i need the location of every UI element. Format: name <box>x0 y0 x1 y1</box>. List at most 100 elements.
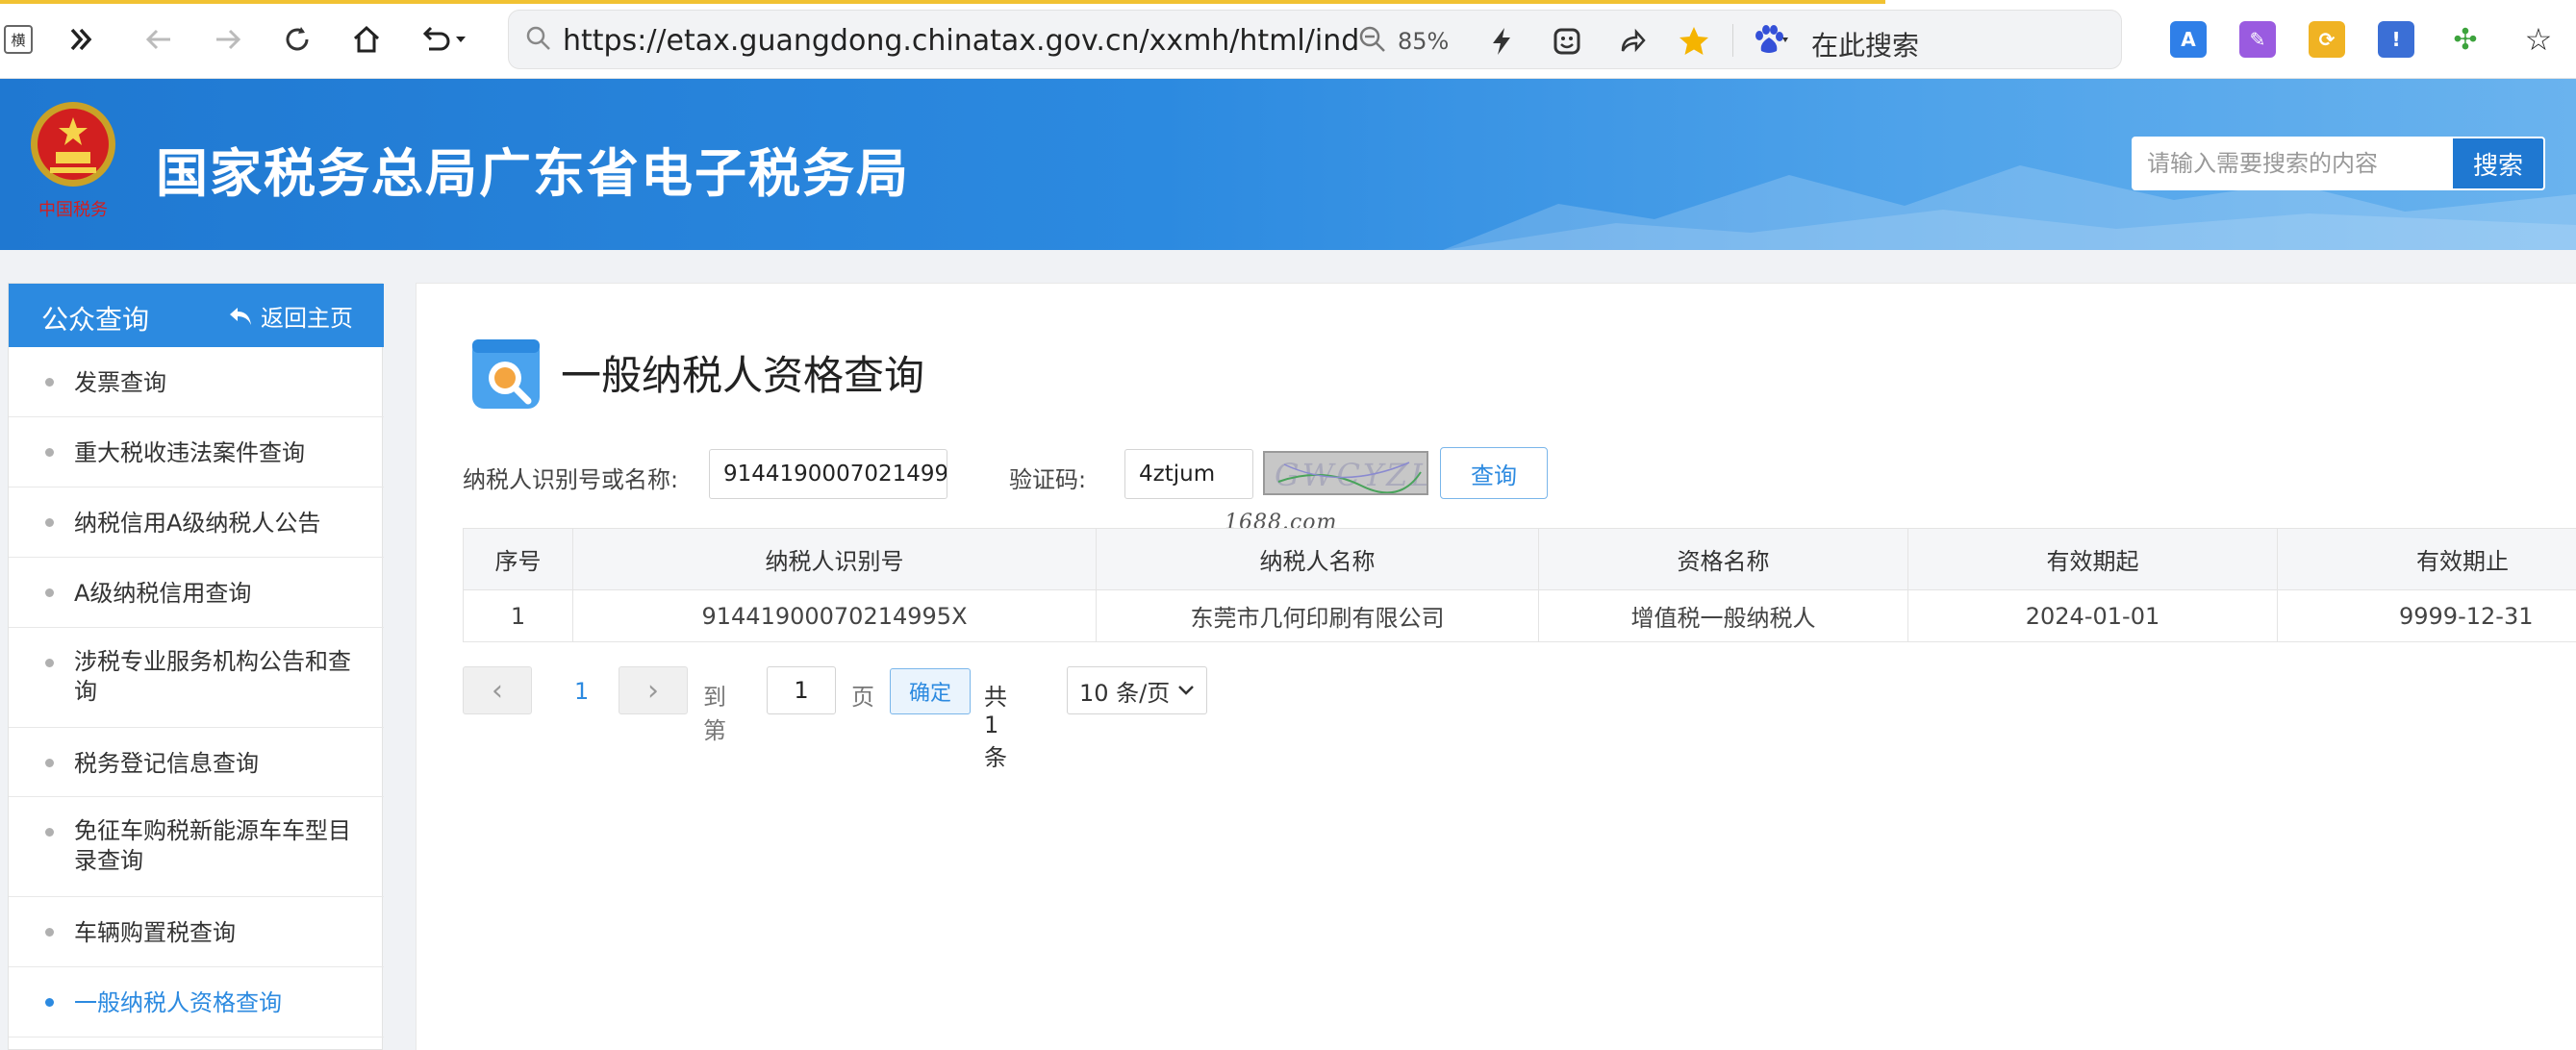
goto-page-input[interactable] <box>767 666 836 714</box>
puzzle-extension-icon[interactable]: ✣ <box>2447 21 2484 58</box>
cell-valid-from: 2024-01-01 <box>1907 589 2278 642</box>
captcha-noise-lines <box>1277 462 1422 493</box>
back-home-link[interactable]: 返回主页 <box>228 299 353 333</box>
tax-emblem-logo: 中国税务 <box>31 102 115 220</box>
cell-valid-to: 9999-12-31 <box>2277 589 2576 642</box>
page-title: 一般纳税人资格查询 <box>561 352 925 399</box>
sidebar-item-vehicle-tax[interactable]: 车辆购置税查询 <box>9 897 384 967</box>
share-icon[interactable] <box>1613 22 1652 61</box>
favorites-star-icon[interactable]: ☆ <box>2520 21 2557 58</box>
address-divider <box>1732 24 1733 57</box>
query-button[interactable]: 查询 <box>1440 447 1548 499</box>
site-header: 中国税务 国家税务总局广东省电子税务局 搜索 <box>0 79 2576 250</box>
captcha-label: 验证码: <box>1009 466 1087 493</box>
address-bar[interactable]: https://etax.guangdong.chinatax.gov.cn/x… <box>508 10 2122 69</box>
bullet-dot <box>45 518 54 527</box>
sidebar-item-ev-catalog[interactable]: 免征车购税新能源车车型目录查询 <box>9 797 384 897</box>
column-header-valid-from: 有效期起 <box>1907 528 2278 590</box>
prev-page-button[interactable]: ‹ <box>463 666 532 714</box>
back-arrow-icon[interactable] <box>137 17 181 62</box>
reply-arrow-icon <box>230 307 251 325</box>
goto-prefix: 到第 <box>703 684 726 744</box>
edit-extension-icon[interactable]: ✎ <box>2239 21 2276 58</box>
cell-qualification: 增值税一般纳税人 <box>1538 589 1908 642</box>
sidebar-item-label: 涉税专业服务机构公告和查询 <box>74 648 351 705</box>
results-table: 序号 纳税人识别号 纳税人名称 资格名称 有效期起 有效期止 1 9144190… <box>463 528 2576 642</box>
header-search: 搜索 <box>2132 137 2545 190</box>
emblem-caption: 中国税务 <box>38 200 108 220</box>
column-header-valid-to: 有效期止 <box>2277 528 2576 590</box>
tab-strip-accent <box>0 0 1885 4</box>
emoji-icon[interactable] <box>1548 22 1586 61</box>
sidebar-item-label: A级纳税信用查询 <box>74 580 252 607</box>
page-size-select[interactable]: 10 条/页 <box>1067 666 1207 714</box>
sidebar-item-label: 发票查询 <box>74 369 166 396</box>
bullet-dot <box>45 928 54 937</box>
sidebar-item-credit-a-query[interactable]: A级纳税信用查询 <box>9 558 384 628</box>
bullet-dot <box>45 759 54 767</box>
zoom-out-icon[interactable] <box>1357 24 1388 55</box>
main-panel: 一般纳税人资格查询 纳税人识别号或名称: 验证码: GWCYZL 查询 1688… <box>416 283 2576 1050</box>
sidebar-item-label: 车辆购置税查询 <box>74 919 236 946</box>
bullet-dot <box>45 828 54 837</box>
forward-arrow-icon[interactable] <box>206 17 250 62</box>
reload-icon[interactable] <box>275 17 319 62</box>
back-home-label: 返回主页 <box>261 305 353 332</box>
lightning-icon[interactable] <box>1482 22 1521 61</box>
sidebar-item-label: 纳税信用A级纳税人公告 <box>74 510 321 537</box>
column-header-taxpayer-name: 纳税人名称 <box>1096 528 1539 590</box>
query-page-icon <box>472 339 540 409</box>
site-title: 国家税务总局广东省电子税务局 <box>156 143 910 204</box>
sidebar-item-service-agency[interactable]: 涉税专业服务机构公告和查询 <box>9 628 384 728</box>
sidebar-item-registration-query[interactable]: 税务登记信息查询 <box>9 728 384 797</box>
column-header-index: 序号 <box>463 528 573 590</box>
cell-taxpayer-name: 东莞市几何印刷有限公司 <box>1096 589 1539 642</box>
search-engine-label[interactable]: 在此搜索 <box>1811 25 1919 63</box>
sidebar-item-label: 重大税收违法案件查询 <box>74 439 305 466</box>
cell-index: 1 <box>463 589 573 642</box>
browser-toolbar: 横 https://etax.guangdong.chinatax.gov.cn… <box>0 0 2576 79</box>
sidebar: 公众查询 返回主页 发票查询 重大税收违法案件查询 纳税信用A级纳税人公告 A级… <box>8 283 384 1050</box>
sidebar-item-credit-a-notice[interactable]: 纳税信用A级纳税人公告 <box>9 488 384 558</box>
bullet-dot <box>45 378 54 387</box>
page-number[interactable]: 1 <box>574 678 589 705</box>
goto-confirm-button[interactable]: 确定 <box>890 668 971 714</box>
address-search-icon <box>526 26 550 50</box>
sidebar-item-label: 一般纳税人资格查询 <box>74 989 282 1016</box>
bullet-dot <box>45 448 54 457</box>
sidebar-item-tax-violation-query[interactable]: 重大税收违法案件查询 <box>9 417 384 488</box>
taxpayer-label: 纳税人识别号或名称: <box>463 466 679 493</box>
home-icon[interactable] <box>344 17 389 62</box>
cell-taxpayer-id: 91441900070214995X <box>572 589 1097 642</box>
tab-thumbnail-icon[interactable]: 横 <box>4 25 33 54</box>
sidebar-item-invoice-query[interactable]: 发票查询 <box>9 347 384 417</box>
captcha-input[interactable] <box>1124 449 1253 499</box>
total-count: 共 1 条 <box>984 684 1007 771</box>
header-search-button[interactable]: 搜索 <box>2451 137 2545 190</box>
next-page-button[interactable]: › <box>619 666 688 714</box>
chevron-down-icon <box>1178 686 1195 695</box>
table-header-row: 序号 纳税人识别号 纳税人名称 资格名称 有效期起 有效期止 <box>463 528 2576 590</box>
bookmark-star-icon[interactable] <box>1675 22 1713 61</box>
sidebar-title: 公众查询 <box>41 304 150 336</box>
goto-suffix: 页 <box>851 684 874 711</box>
sidebar-item-general-taxpayer[interactable]: 一般纳税人资格查询 <box>9 967 384 1038</box>
column-header-taxpayer-id: 纳税人识别号 <box>572 528 1097 590</box>
sync-extension-icon[interactable]: ⟳ <box>2309 21 2345 58</box>
header-search-input[interactable] <box>2132 137 2451 190</box>
bullet-dot <box>45 659 54 667</box>
taxpayer-id-input[interactable] <box>709 449 947 499</box>
page-size-value: 10 条/页 <box>1079 679 1171 707</box>
undo-dropdown-icon[interactable] <box>416 17 473 62</box>
baidu-paw-icon[interactable] <box>1750 22 1788 61</box>
warning-extension-icon[interactable]: ! <box>2378 21 2414 58</box>
zoom-level[interactable]: 85% <box>1398 28 1449 55</box>
captcha-image[interactable]: GWCYZL <box>1263 451 1428 495</box>
sidebar-item-label: 税务登记信息查询 <box>74 750 259 777</box>
translate-extension-icon[interactable]: A <box>2170 21 2207 58</box>
expand-chevrons-icon[interactable] <box>60 17 104 62</box>
bullet-dot <box>45 588 54 597</box>
tab-glyph: 横 <box>11 31 26 49</box>
sidebar-item-label: 免征车购税新能源车车型目录查询 <box>74 817 351 874</box>
url-text[interactable]: https://etax.guangdong.chinatax.gov.cn/x… <box>563 24 1359 58</box>
